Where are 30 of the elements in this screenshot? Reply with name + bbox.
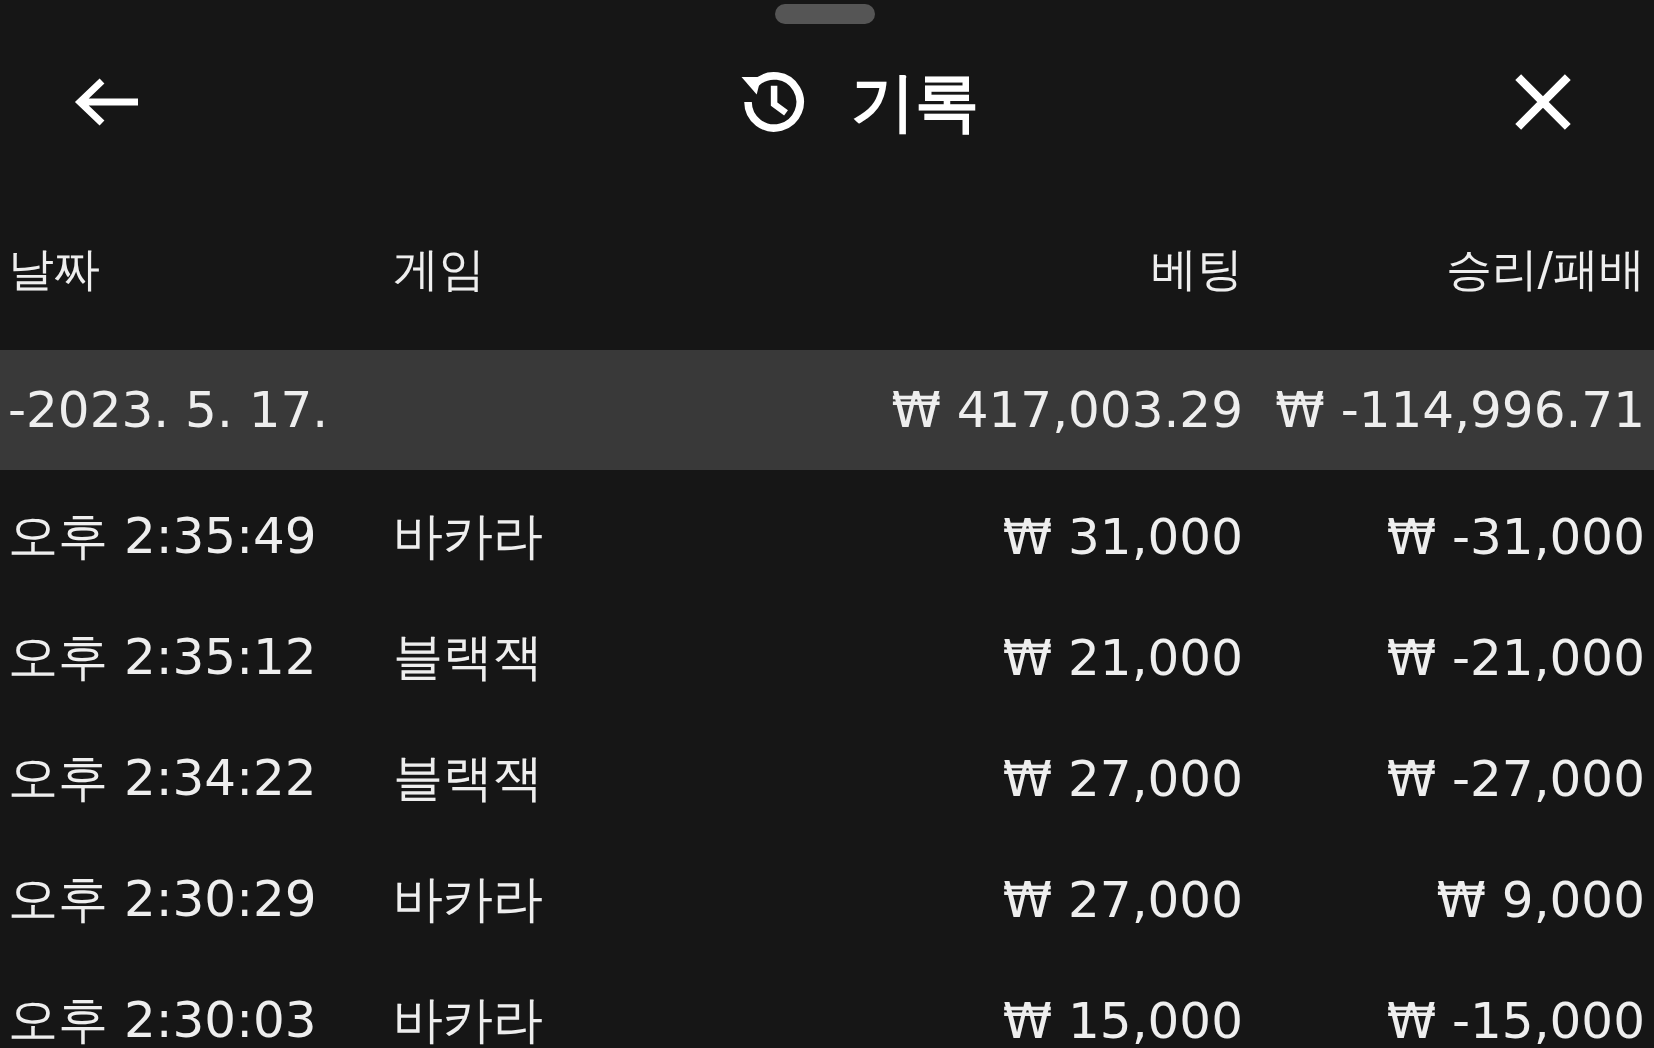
column-header: 승리/패배: [1445, 241, 1645, 298]
result-cell: ₩ 9,000: [1436, 870, 1645, 929]
result-cell: ₩ -27,000: [1386, 749, 1645, 808]
result-cell: ₩ -21,000: [1386, 628, 1645, 687]
date-group-row[interactable]: -2023. 5. 17. ₩ 417,003.29 ₩ -114,996.71: [0, 350, 1654, 470]
time-cell-text: 오후 2:30:03: [8, 990, 318, 1048]
group-date: -2023. 5. 17.: [8, 381, 330, 439]
game-cell-text: 블랙잭: [393, 627, 544, 688]
drag-handle[interactable]: [775, 4, 875, 24]
bet-cell: ₩ 31,000: [1002, 507, 1243, 566]
bet-cell: ₩ 27,000: [1002, 749, 1243, 808]
result-cell: ₩ -15,000: [1386, 991, 1645, 1048]
bet-cell: ₩ 27,000: [1002, 870, 1243, 929]
game-cell-text: 바카라: [393, 869, 544, 930]
column-header: 게임: [393, 241, 486, 298]
group-result-total: ₩ -114,996.71: [1275, 381, 1645, 439]
time-cell-text: 오후 2:35:49: [8, 506, 318, 567]
time-cell-text: 오후 2:35:12: [8, 627, 318, 688]
time-cell-text: 오후 2:30:29: [8, 869, 318, 930]
column-header: 날짜: [8, 241, 101, 298]
column-header: 베팅: [1151, 241, 1243, 298]
game-cell-text: 블랙잭: [393, 748, 544, 809]
screen-title: 기록: [851, 63, 979, 141]
group-bet-total: ₩ 417,003.29: [891, 381, 1243, 439]
bet-cell: ₩ 15,000: [1002, 991, 1243, 1048]
game-cell-text: 바카라: [393, 506, 544, 567]
bet-cell: ₩ 21,000: [1002, 628, 1243, 687]
game-cell-text: 바카라: [393, 990, 544, 1048]
time-cell-text: 오후 2:34:22: [8, 748, 318, 809]
result-cell: ₩ -31,000: [1386, 507, 1645, 566]
